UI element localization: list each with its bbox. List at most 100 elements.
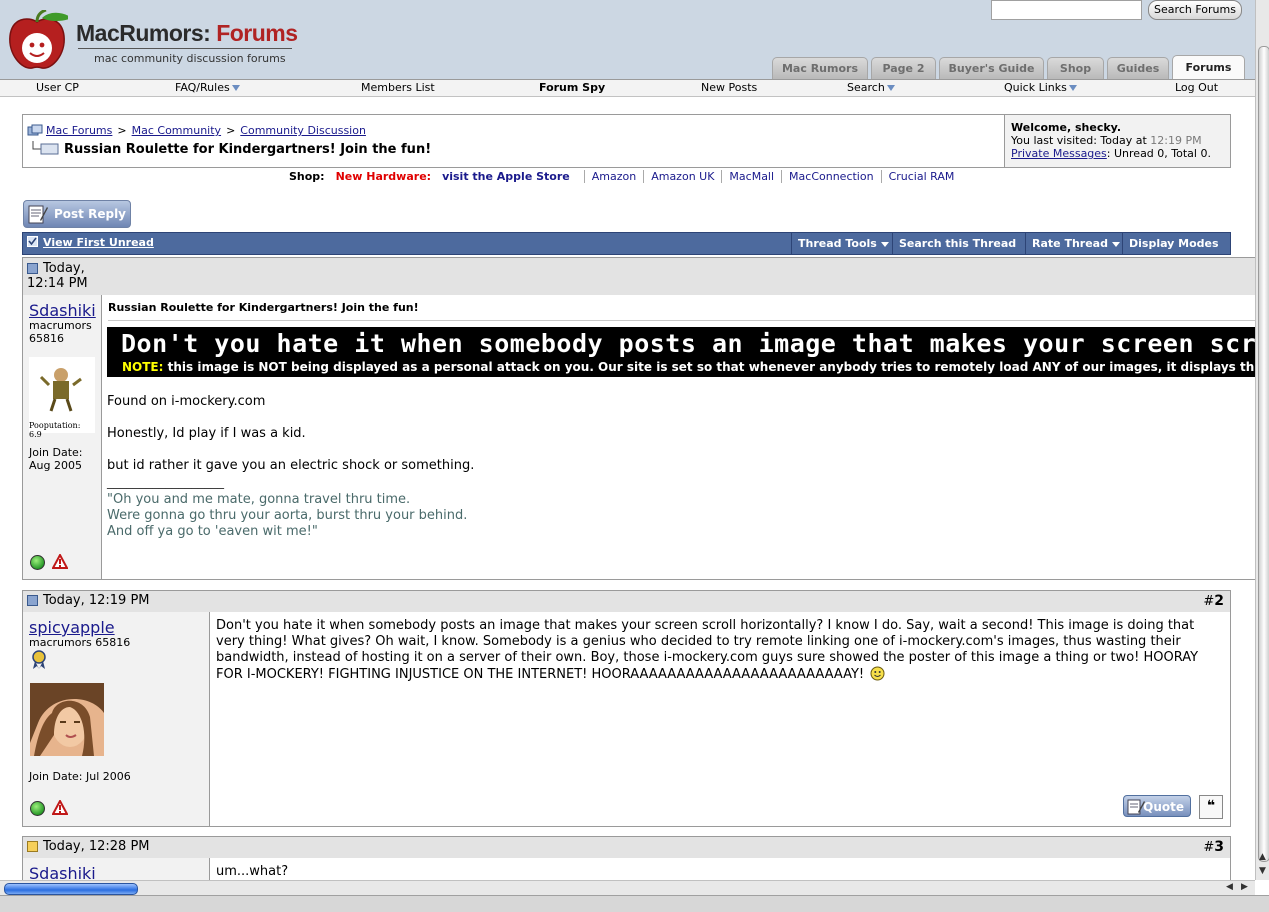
username-link[interactable]: Sdashiki bbox=[29, 864, 96, 880]
shop-link-crucial-ram[interactable]: Crucial RAM bbox=[880, 170, 962, 183]
multi-quote-icon[interactable]: ❝ bbox=[1199, 795, 1223, 819]
search-forums-button[interactable]: Search Forums bbox=[1148, 0, 1242, 20]
quote-icon bbox=[1127, 799, 1145, 815]
message-text: Don't you hate it when somebody posts an… bbox=[216, 618, 1199, 682]
report-post-icon[interactable] bbox=[52, 554, 68, 569]
forum-navbar: User CP FAQ/Rules Members List Forum Spy… bbox=[0, 79, 1255, 97]
post-number-value: 2 bbox=[1214, 593, 1224, 609]
nav-label: Members List bbox=[361, 81, 435, 94]
nav-members-list[interactable]: Members List bbox=[361, 81, 435, 94]
message-line: Honestly, Id play if I was a kid. bbox=[107, 426, 306, 441]
view-first-unread-link[interactable]: View First Unread bbox=[27, 236, 154, 249]
post-1-username[interactable]: Sdashiki bbox=[29, 301, 96, 320]
welcome-panel: Welcome, shecky. You last visited: Today… bbox=[1004, 115, 1230, 167]
message-line: Found on i-mockery.com bbox=[107, 394, 266, 409]
dropdown-triangle-icon bbox=[231, 85, 240, 91]
window-bottom-frame bbox=[0, 895, 1269, 912]
tab-page-2[interactable]: Page 2 bbox=[871, 57, 936, 79]
breadcrumb: Mac Forums > Mac Community > Community Discu… bbox=[27, 124, 366, 137]
private-messages-link[interactable]: Private Messages bbox=[1011, 147, 1107, 160]
post-reply-button[interactable]: Post Reply bbox=[23, 200, 131, 228]
shop-link-apple-store[interactable]: visit the Apple Store bbox=[442, 170, 577, 183]
last-visited-label: You last visited: Today at bbox=[1011, 134, 1147, 147]
post-3-username[interactable]: Sdashiki bbox=[29, 864, 96, 880]
post-3-header: Today, 12:28 PM #3 bbox=[22, 836, 1231, 859]
display-modes-menu[interactable]: Display Modes bbox=[1122, 233, 1230, 268]
post-2-join-date: Join Date: Jul 2006 bbox=[29, 770, 131, 783]
post-2-avatar[interactable] bbox=[30, 683, 104, 756]
shop-link-macconnection[interactable]: MacConnection bbox=[781, 170, 881, 183]
post-3-userinfo: Sdashiki bbox=[23, 858, 210, 880]
hotlink-banner-image: Don't you hate it when somebody posts an… bbox=[107, 327, 1255, 377]
shop-link-amazon[interactable]: Amazon bbox=[583, 170, 644, 183]
tab-mac-rumors[interactable]: Mac Rumors bbox=[772, 57, 868, 79]
post-2-username[interactable]: spicyapple bbox=[29, 618, 115, 637]
post-1-header: Today, 12:14 PM bbox=[22, 257, 1257, 296]
tab-guides[interactable]: Guides bbox=[1107, 57, 1169, 79]
banner-note-text: this image is NOT being displayed as a p… bbox=[163, 360, 1255, 374]
brand-underline bbox=[78, 48, 292, 49]
breadcrumb-mac-community[interactable]: Mac Community bbox=[132, 124, 221, 137]
post-number-prefix: # bbox=[1203, 594, 1215, 609]
nav-label: Search bbox=[847, 81, 885, 94]
signature: "Oh you and me mate, gonna travel thru t… bbox=[107, 492, 474, 540]
report-post-icon[interactable] bbox=[52, 800, 68, 815]
quote-button[interactable]: Quote bbox=[1123, 795, 1191, 817]
private-messages: Private Messages: Unread 0, Total 0. bbox=[1011, 147, 1230, 160]
vertical-scrollbar[interactable]: ▲ ▼ bbox=[1255, 0, 1269, 880]
scroll-left-arrow-icon[interactable]: ◀ bbox=[1226, 882, 1233, 892]
scroll-right-arrow-icon[interactable]: ▶ bbox=[1241, 882, 1248, 892]
dropdown-triangle-icon bbox=[886, 85, 895, 91]
shop-link-macmall[interactable]: MacMall bbox=[721, 170, 782, 183]
scroll-down-arrow-icon[interactable]: ▼ bbox=[1259, 866, 1266, 876]
nav-quick-links[interactable]: Quick Links bbox=[1004, 81, 1077, 94]
horizontal-scroll-thumb[interactable] bbox=[4, 883, 138, 895]
rate-thread-menu[interactable]: Rate Thread bbox=[1025, 233, 1122, 254]
menu-label: Search this Thread bbox=[899, 237, 1017, 250]
scroll-up-arrow-icon[interactable]: ▲ bbox=[1259, 852, 1266, 862]
username-link[interactable]: Sdashiki bbox=[29, 301, 96, 320]
post-2-number[interactable]: #2 bbox=[1203, 593, 1224, 609]
shop-link-amazon-uk[interactable]: Amazon UK bbox=[643, 170, 722, 183]
banner-big-text: Don't you hate it when somebody posts an… bbox=[121, 329, 1255, 358]
banner-small-text: NOTE: this image is NOT being displayed … bbox=[122, 360, 1255, 374]
thread-title: Russian Roulette for Kindergartners! Joi… bbox=[27, 141, 431, 157]
breadcrumb-mac-forums[interactable]: Mac Forums bbox=[46, 124, 112, 137]
username-link[interactable]: spicyapple bbox=[29, 618, 115, 637]
post-1-avatar[interactable]: Pooputation: 6.9 bbox=[29, 357, 95, 439]
thread-tools-menu[interactable]: Thread Tools bbox=[791, 233, 892, 254]
forum-home-icon[interactable] bbox=[27, 124, 43, 136]
welcome-greeting: Welcome, shecky. bbox=[1011, 121, 1121, 134]
new-hardware-label: New Hardware: bbox=[335, 170, 432, 183]
private-messages-counts: : Unread 0, Total 0. bbox=[1106, 147, 1211, 160]
nav-log-out[interactable]: Log Out bbox=[1175, 81, 1218, 94]
nav-faq-rules[interactable]: FAQ/Rules bbox=[175, 81, 240, 94]
nav-forum-spy[interactable]: Forum Spy bbox=[539, 81, 605, 94]
tab-forums[interactable]: Forums bbox=[1172, 55, 1245, 80]
post-1-date-label: Today, bbox=[43, 261, 85, 276]
join-date-label: Join Date: bbox=[29, 446, 83, 459]
post-3-number[interactable]: #3 bbox=[1203, 839, 1224, 855]
shop-bar: Shop: New Hardware: visit the Apple Store A… bbox=[289, 170, 962, 183]
site-header: MacRumors: Forums mac community discussi… bbox=[0, 0, 1255, 80]
vertical-scroll-thumb[interactable] bbox=[1258, 46, 1269, 862]
nav-new-posts[interactable]: New Posts bbox=[701, 81, 757, 94]
dropdown-triangle-icon bbox=[1068, 85, 1077, 91]
message-line: but id rather it gave you an electric sh… bbox=[107, 458, 475, 473]
signature-separator: __________________ bbox=[107, 475, 224, 490]
post-status-icon bbox=[27, 595, 38, 606]
breadcrumb-community-discussion[interactable]: Community Discussion bbox=[240, 124, 366, 137]
tab-shop[interactable]: Shop bbox=[1047, 57, 1104, 79]
chevron-down-icon bbox=[1111, 241, 1120, 247]
horizontal-scrollbar[interactable]: ◀ ▶ bbox=[0, 880, 1255, 895]
breadcrumb-separator: > bbox=[226, 124, 236, 137]
breadcrumb-separator: > bbox=[117, 124, 127, 137]
nav-user-cp[interactable]: User CP bbox=[36, 81, 79, 94]
post-1-divider bbox=[108, 320, 1256, 321]
tab-buyers-guide[interactable]: Buyer's Guide bbox=[939, 57, 1044, 79]
search-thread-menu[interactable]: Search this Thread bbox=[892, 233, 1025, 268]
site-logo[interactable]: MacRumors: Forums mac community discussi… bbox=[6, 6, 298, 72]
brand-main: MacRumors: bbox=[76, 20, 211, 46]
search-input[interactable] bbox=[991, 0, 1142, 20]
nav-search[interactable]: Search bbox=[847, 81, 895, 94]
